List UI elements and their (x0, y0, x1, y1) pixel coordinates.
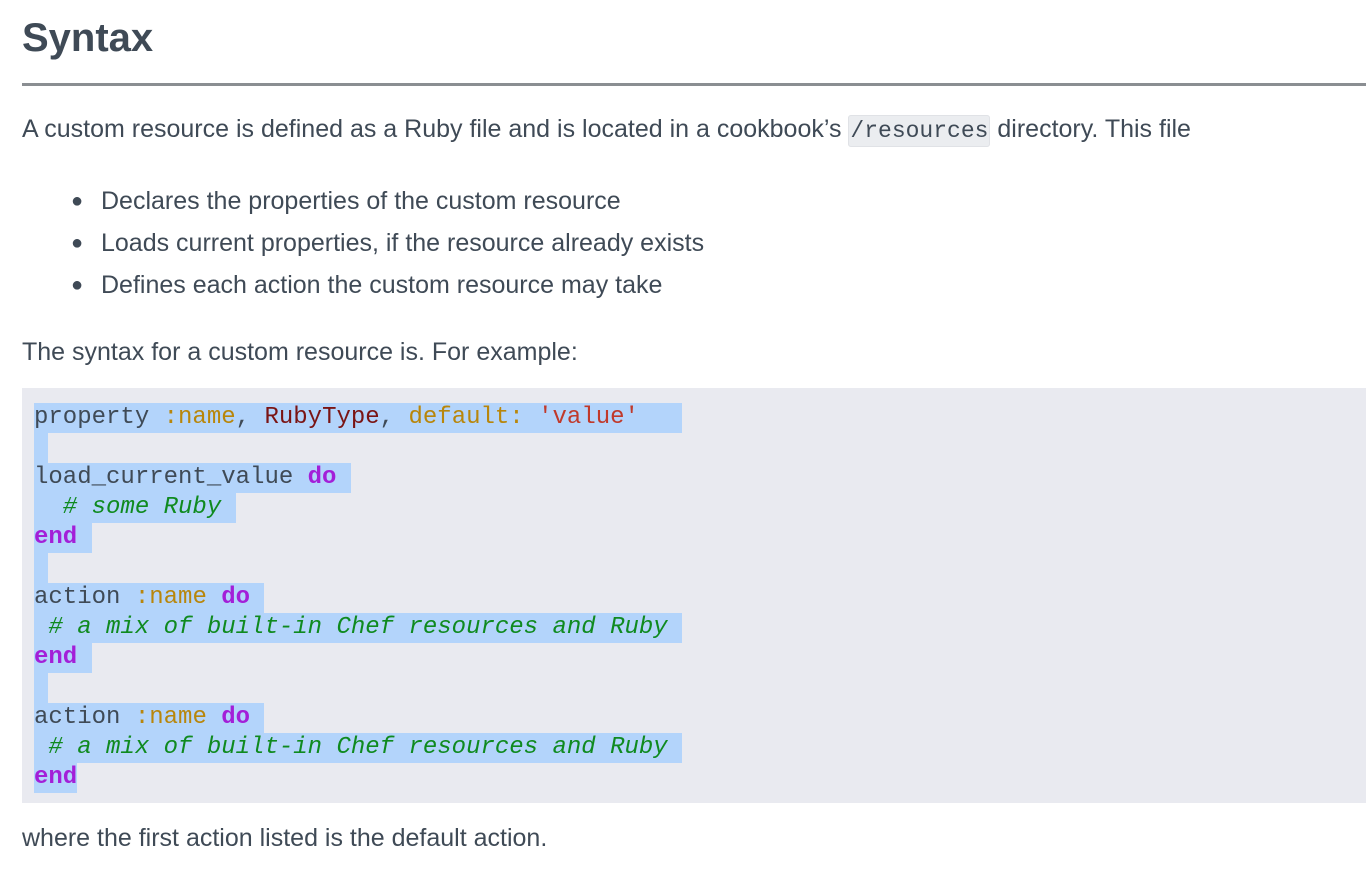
syntax-lead-text: The syntax for a custom resource is. For… (22, 338, 578, 366)
code-block[interactable]: property :name, RubyType, default: 'valu… (22, 388, 1366, 803)
code-line: end (34, 763, 78, 793)
list-item: ● Loads current properties, if the resour… (71, 222, 704, 264)
bullet-icon: ● (71, 232, 84, 254)
code-line: end (34, 523, 1366, 553)
resources-dir-code: /resources (848, 115, 991, 147)
code-line: property :name, RubyType, default: 'valu… (34, 403, 1366, 433)
code-line: action :name do (34, 583, 1366, 613)
code-line (34, 433, 1366, 463)
bullet-icon: ● (71, 190, 84, 212)
code-line: # a mix of built-in Chef resources and R… (34, 733, 683, 763)
code-line: end (34, 643, 1366, 673)
intro-text-after: directory. This file (990, 115, 1191, 143)
code-line: action :name do (34, 703, 1366, 733)
page-content: Syntax A custom resource is defined as a… (22, 0, 1366, 852)
outro-paragraph: where the first action listed is the def… (22, 824, 548, 852)
intro-text-before: A custom resource is defined as a Ruby f… (22, 115, 849, 143)
section-heading: Syntax (22, 0, 1366, 86)
list-item: ● Defines each action the custom resource… (71, 264, 704, 306)
code-line (34, 673, 1366, 703)
bullet-icon: ● (71, 274, 84, 296)
code-line: # some Ruby (34, 493, 236, 523)
features-list: ● Declares the properties of the custom r… (22, 180, 704, 306)
code-line (34, 553, 1366, 583)
code-line: load_current_value do (34, 463, 1366, 493)
code-line: # a mix of built-in Chef resources and R… (34, 613, 683, 643)
intro-paragraph: A custom resource is defined as a Ruby f… (22, 113, 1191, 147)
list-item: ● Declares the properties of the custom r… (71, 180, 704, 222)
